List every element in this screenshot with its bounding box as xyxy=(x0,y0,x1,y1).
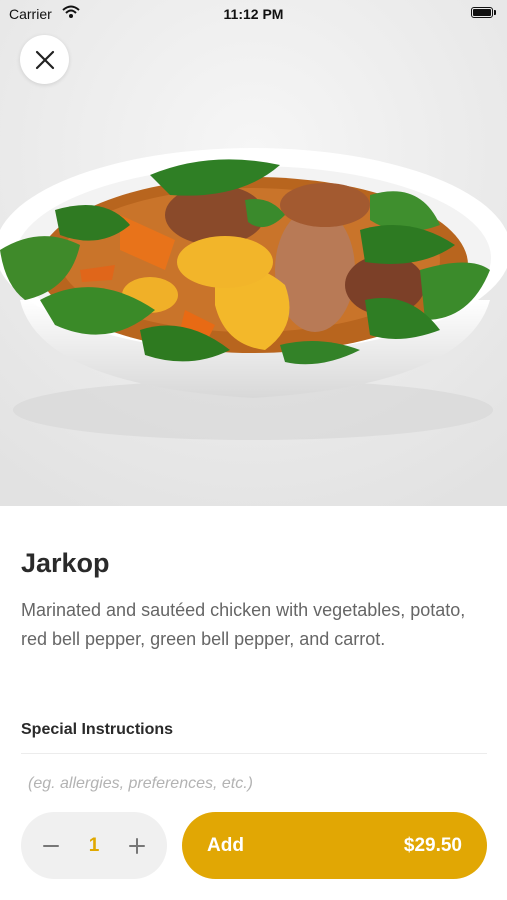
special-instructions-input[interactable] xyxy=(21,772,488,796)
quantity-value: 1 xyxy=(88,835,100,856)
special-instructions-label: Special Instructions xyxy=(21,721,174,738)
quantity-stepper: 1 xyxy=(21,812,167,879)
close-icon xyxy=(35,50,54,69)
dish-photo xyxy=(0,0,507,506)
dish-title: Jarkop xyxy=(21,548,110,578)
status-bar: Carrier 11:12 PM xyxy=(0,0,507,28)
dish-description: Marinated and sautéed chicken with veget… xyxy=(21,600,466,649)
add-button-label: Add xyxy=(207,835,244,856)
dish-hero-image xyxy=(0,0,507,506)
add-button-price: $29.50 xyxy=(403,835,462,856)
status-time: 11:12 PM xyxy=(223,6,284,22)
plus-icon xyxy=(129,837,145,854)
order-bar: 1 Add $29.50 xyxy=(0,798,507,900)
minus-icon xyxy=(43,844,59,847)
decrease-quantity-button[interactable] xyxy=(23,812,79,879)
close-button[interactable] xyxy=(20,35,69,84)
divider xyxy=(21,753,487,754)
add-to-order-button[interactable]: Add $29.50 xyxy=(182,812,487,879)
battery-icon xyxy=(471,7,497,19)
increase-quantity-button[interactable] xyxy=(109,812,165,879)
